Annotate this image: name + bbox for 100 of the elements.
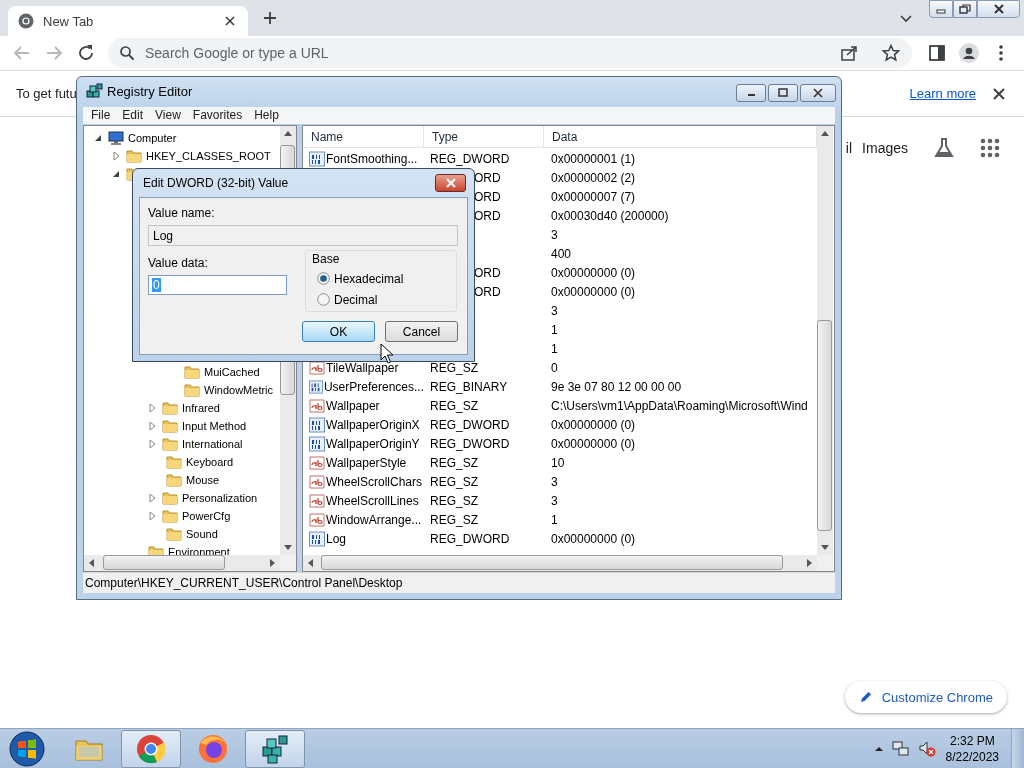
close-icon: [444, 178, 457, 188]
tree-item[interactable]: WindowMetric: [204, 384, 274, 397]
maximize-icon: [777, 88, 789, 98]
close-button[interactable]: [435, 174, 466, 192]
table-cell: 0x00000000 (0): [551, 531, 636, 546]
plus-icon[interactable]: [262, 10, 278, 26]
search-icon: [119, 45, 135, 61]
browser-tab[interactable]: New Tab: [8, 6, 248, 36]
reload-icon[interactable]: [76, 43, 96, 63]
pencil-icon: [858, 690, 873, 704]
minimize-button[interactable]: [736, 84, 766, 102]
radio-button[interactable]: [317, 293, 330, 306]
network-icon[interactable]: [891, 739, 910, 758]
folder-icon: [166, 472, 182, 489]
value-name-field[interactable]: Log: [148, 225, 458, 246]
restore-button[interactable]: [953, 0, 977, 18]
maximize-button[interactable]: [768, 84, 798, 102]
close-icon[interactable]: [991, 85, 1007, 102]
tree-item[interactable]: Infrared: [182, 402, 220, 415]
menu-item[interactable]: File: [85, 108, 117, 123]
folder-icon: [184, 364, 200, 381]
learn-more-link[interactable]: Learn more: [909, 86, 976, 101]
table-cell: REG_DWORD: [430, 436, 510, 451]
table-cell: 3: [551, 303, 558, 318]
expand-arrow-icon[interactable]: [146, 402, 158, 415]
folder-icon: [184, 382, 200, 399]
dialog-button[interactable]: Cancel: [385, 321, 458, 342]
dialog-title: Edit DWORD (32-bit) Value: [143, 176, 290, 190]
tree-item[interactable]: Computer: [128, 132, 177, 145]
table-cell: 0x00000000 (0): [551, 284, 636, 299]
scrollbar[interactable]: [84, 555, 280, 572]
dialog-button[interactable]: OK: [302, 321, 375, 342]
table-cell: ORD: [474, 208, 501, 223]
tree-item[interactable]: Input Method: [182, 420, 247, 433]
table-cell: 1: [551, 322, 558, 337]
share-icon[interactable]: [840, 44, 858, 62]
menu-item[interactable]: Favorites: [186, 108, 249, 123]
customize-chrome-button[interactable]: Customize Chrome: [844, 681, 1007, 713]
table-cell: REG_SZ: [430, 455, 478, 470]
scrollbar[interactable]: [817, 126, 833, 556]
folder-icon: [162, 436, 178, 453]
side-panel-icon[interactable]: [927, 43, 947, 63]
radio-label[interactable]: Decimal: [334, 292, 378, 307]
apps-grid-icon[interactable]: [980, 138, 1000, 158]
table-cell: REG_SZ: [430, 474, 478, 489]
scroll-thumb[interactable]: [321, 555, 783, 571]
tree-item[interactable]: Keyboard: [186, 456, 234, 469]
table-cell: 0x00030d40 (200000): [551, 208, 669, 223]
expand-arrow-icon[interactable]: [146, 438, 158, 451]
table-cell: REG_SZ: [430, 493, 478, 508]
column-header[interactable]: Name: [303, 126, 424, 148]
address-bar[interactable]: Search Google or type a URL: [108, 38, 912, 68]
binary-value-icon: [309, 530, 325, 547]
table-cell: C:\Users\vm1\AppData\Roaming\Microsoft\Wind: [551, 398, 808, 413]
expand-arrow-icon[interactable]: [146, 420, 158, 433]
table-cell: 9e 3e 07 80 12 00 00 00: [551, 379, 682, 394]
tree-item[interactable]: International: [182, 438, 243, 451]
fox-globe-icon: [197, 732, 229, 765]
scroll-thumb[interactable]: [817, 320, 832, 532]
radio-button[interactable]: [317, 272, 330, 285]
tree-item[interactable]: HKEY_CLASSES_ROOT: [146, 150, 271, 163]
clock[interactable]: 2:32 PM 8/22/2023: [945, 732, 999, 765]
close-button[interactable]: [800, 84, 836, 102]
banner-text: To get futu: [16, 86, 77, 101]
menu-item[interactable]: Help: [248, 108, 285, 123]
cursor-icon: [380, 343, 394, 364]
speaker-muted-icon[interactable]: [917, 739, 936, 758]
menu-item[interactable]: View: [149, 108, 187, 123]
taskbar-button[interactable]: [121, 729, 181, 768]
table-cell: REG_SZ: [430, 360, 478, 375]
close-button[interactable]: [977, 0, 1020, 18]
text-value-icon: [309, 473, 325, 490]
tree-item[interactable]: PowerCfg: [182, 510, 231, 523]
expand-arrow-icon[interactable]: [110, 150, 122, 163]
tree-item[interactable]: Personalization: [182, 492, 258, 505]
header-link[interactable]: Images: [862, 140, 908, 156]
expand-arrow-icon[interactable]: [146, 510, 158, 523]
profile-icon[interactable]: [959, 43, 979, 63]
start-orb-icon[interactable]: [8, 729, 46, 768]
folder-icon: [166, 526, 182, 543]
table-cell: 3: [551, 227, 558, 242]
table-cell: ORD: [474, 265, 501, 280]
taskbar-button[interactable]: [245, 729, 305, 768]
star-icon[interactable]: [882, 44, 900, 62]
table-cell: 0x00000000 (0): [551, 265, 636, 280]
radio-label[interactable]: Hexadecimal: [334, 271, 404, 286]
tree-item[interactable]: Sound: [186, 528, 218, 541]
menu-item[interactable]: Edit: [116, 108, 150, 123]
expand-arrow-icon[interactable]: [146, 492, 158, 505]
tree-item[interactable]: MuiCached: [204, 366, 260, 379]
flask-icon[interactable]: [932, 136, 956, 160]
scroll-thumb[interactable]: [103, 555, 225, 571]
text-value-icon: [309, 397, 325, 414]
column-header[interactable]: Type: [424, 126, 544, 148]
header-link[interactable]: il: [845, 140, 853, 156]
text-value-icon: [309, 454, 325, 471]
scrollbar[interactable]: [303, 555, 817, 572]
table-cell: REG_BINARY: [430, 379, 508, 394]
tree-item[interactable]: Mouse: [186, 474, 220, 487]
table-cell: 0x00000000 (0): [551, 417, 636, 432]
